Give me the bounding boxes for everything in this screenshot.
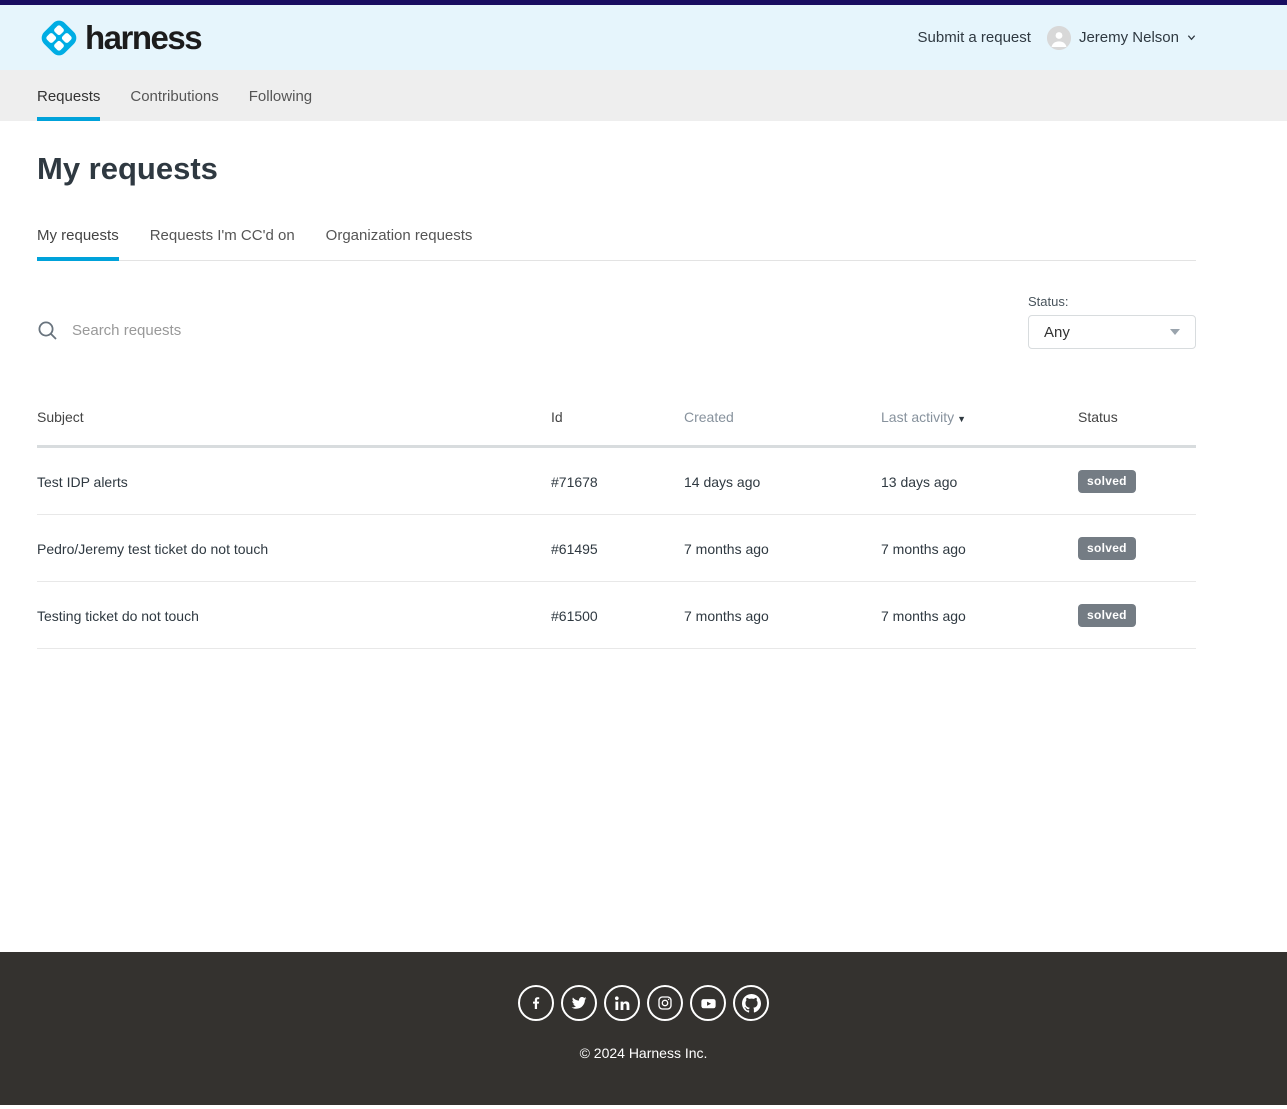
nav-tab-following[interactable]: Following <box>249 70 312 121</box>
main-content: My requests My requests Requests I'm CC'… <box>37 151 1196 649</box>
status-filter: Status: Any <box>1028 294 1196 349</box>
nav-tab-contributions[interactable]: Contributions <box>130 70 218 121</box>
subtab-organization-requests[interactable]: Organization requests <box>326 227 473 260</box>
social-links <box>0 985 1287 1021</box>
table-row[interactable]: Testing ticket do not touch #61500 7 mon… <box>37 582 1196 649</box>
last-activity-label: Last activity <box>881 409 954 425</box>
request-subject[interactable]: Pedro/Jeremy test ticket do not touch <box>37 515 551 582</box>
avatar <box>1047 26 1071 50</box>
request-last-activity: 7 months ago <box>881 582 1078 649</box>
request-subject[interactable]: Testing ticket do not touch <box>37 582 551 649</box>
github-icon[interactable] <box>733 985 769 1021</box>
column-header-last-activity[interactable]: Last activity▼ <box>881 389 1078 447</box>
harness-logo-icon <box>37 16 81 60</box>
search-icon <box>37 320 58 341</box>
status-badge: solved <box>1078 537 1136 560</box>
linkedin-icon[interactable] <box>604 985 640 1021</box>
request-created: 7 months ago <box>684 515 881 582</box>
site-footer: © 2024 Harness Inc. <box>0 952 1287 1105</box>
column-header-created[interactable]: Created <box>684 389 881 447</box>
column-header-status: Status <box>1078 389 1196 447</box>
sort-desc-icon: ▼ <box>957 414 966 424</box>
column-header-subject: Subject <box>37 389 551 447</box>
request-id: #61500 <box>551 582 684 649</box>
facebook-icon[interactable] <box>518 985 554 1021</box>
user-avatar-icon <box>1047 26 1071 50</box>
status-label: Status: <box>1028 294 1196 309</box>
copyright-text: © 2024 Harness Inc. <box>0 1045 1287 1062</box>
request-last-activity: 13 days ago <box>881 447 1078 515</box>
status-badge: solved <box>1078 604 1136 627</box>
main-nav: Requests Contributions Following <box>0 70 1287 121</box>
subtab-my-requests[interactable]: My requests <box>37 227 119 260</box>
table-header-row: Subject Id Created Last activity▼ Status <box>37 389 1196 447</box>
request-subject[interactable]: Test IDP alerts <box>37 447 551 515</box>
column-header-id: Id <box>551 389 684 447</box>
subtab-ccd-requests[interactable]: Requests I'm CC'd on <box>150 227 295 260</box>
page-bottom-gap <box>0 1105 1287 1109</box>
chevron-down-icon <box>1187 33 1196 42</box>
request-subtabs: My requests Requests I'm CC'd on Organiz… <box>37 227 1196 261</box>
page-title: My requests <box>37 151 1196 187</box>
status-dropdown[interactable]: Any <box>1028 315 1196 349</box>
logo-wordmark: harness <box>85 21 201 54</box>
search-input[interactable] <box>70 321 490 340</box>
table-row[interactable]: Test IDP alerts #71678 14 days ago 13 da… <box>37 447 1196 515</box>
search-box <box>37 320 490 349</box>
submit-request-link[interactable]: Submit a request <box>918 29 1031 46</box>
user-name: Jeremy Nelson <box>1079 29 1179 46</box>
twitter-icon[interactable] <box>561 985 597 1021</box>
nav-tab-requests[interactable]: Requests <box>37 70 100 121</box>
status-badge: solved <box>1078 470 1136 493</box>
status-selected-value: Any <box>1044 324 1070 341</box>
request-created: 7 months ago <box>684 582 881 649</box>
request-id: #71678 <box>551 447 684 515</box>
request-last-activity: 7 months ago <box>881 515 1078 582</box>
dropdown-arrow-icon <box>1170 329 1180 335</box>
user-menu[interactable]: Jeremy Nelson <box>1047 26 1196 50</box>
table-row[interactable]: Pedro/Jeremy test ticket do not touch #6… <box>37 515 1196 582</box>
requests-table: Subject Id Created Last activity▼ Status… <box>37 389 1196 649</box>
filters-row: Status: Any <box>37 294 1196 349</box>
request-created: 14 days ago <box>684 447 881 515</box>
site-header: harness Submit a request Jeremy Nelson <box>0 5 1287 70</box>
request-id: #61495 <box>551 515 684 582</box>
instagram-icon[interactable] <box>647 985 683 1021</box>
youtube-icon[interactable] <box>690 985 726 1021</box>
harness-logo[interactable]: harness <box>37 16 201 60</box>
